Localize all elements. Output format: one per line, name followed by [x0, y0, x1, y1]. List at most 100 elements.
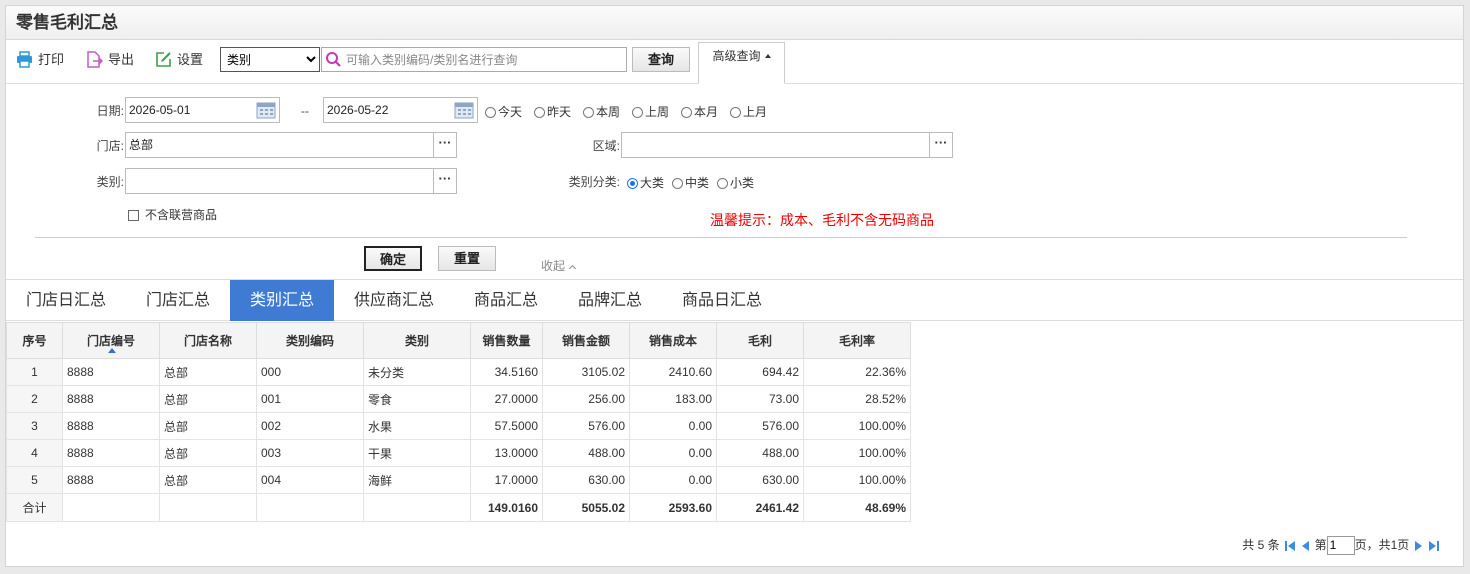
cell-gross-margin: 100.00%	[803, 439, 911, 467]
total-sales-cost: 2593.60	[629, 493, 717, 522]
region-field[interactable]: ···	[621, 132, 953, 158]
query-button[interactable]: 查询	[632, 47, 690, 72]
tab-product[interactable]: 商品汇总	[454, 280, 558, 321]
date-quick-today[interactable]: 今天	[485, 104, 522, 120]
table-row[interactable]: 3 8888 总部 002 水果 57.5000 576.00 0.00 576…	[6, 412, 911, 440]
column-header[interactable]: 毛利率	[803, 322, 911, 359]
cell-store-name: 总部	[159, 412, 257, 440]
date-quick-last-week[interactable]: 上周	[632, 104, 669, 120]
tab-category[interactable]: 类别汇总	[230, 280, 334, 321]
category-level-minor[interactable]: 小类	[717, 175, 754, 191]
exclude-joint-checkbox[interactable]: 不含联营商品	[128, 207, 217, 223]
table-row[interactable]: 5 8888 总部 004 海鲜 17.0000 630.00 0.00 630…	[6, 466, 911, 494]
store-value: 总部	[129, 138, 154, 152]
tab-supplier[interactable]: 供应商汇总	[334, 280, 454, 321]
total-label: 合计	[6, 493, 63, 522]
page-number-input[interactable]	[1326, 535, 1355, 555]
cell-index: 3	[6, 412, 63, 440]
tab-store[interactable]: 门店汇总	[126, 280, 230, 321]
ellipsis-icon[interactable]: ···	[929, 133, 952, 157]
cell-category-code: 001	[256, 385, 364, 413]
export-icon	[87, 51, 104, 68]
column-header[interactable]: 序号	[6, 322, 63, 359]
column-header[interactable]: 毛利	[716, 322, 804, 359]
cell-sales-qty: 13.0000	[470, 439, 543, 467]
radio-label: 大类	[640, 176, 665, 190]
cell-gross-profit: 488.00	[716, 439, 804, 467]
reset-button[interactable]: 重置	[438, 246, 496, 271]
summary-table: 序号 门店编号 门店名称 类别编码 类别 销售数量 销售金额 销售成本 毛利 毛…	[6, 322, 911, 522]
store-field[interactable]: 总部 ···	[125, 132, 457, 158]
collapse-label: 收起	[541, 259, 566, 273]
caret-up-icon	[764, 54, 771, 58]
column-header[interactable]: 类别编码	[256, 322, 364, 359]
print-label: 打印	[38, 52, 65, 67]
date-quick-yesterday[interactable]: 昨天	[534, 104, 571, 120]
cell-sales-amount: 3105.02	[542, 358, 630, 386]
advanced-search-toggle[interactable]: 高级查询	[698, 42, 785, 84]
column-header[interactable]: 门店名称	[159, 322, 257, 359]
print-button[interactable]: 打印	[16, 50, 64, 70]
column-header[interactable]: 类别	[363, 322, 471, 359]
cell-category: 零食	[363, 385, 471, 413]
last-page-icon[interactable]	[1428, 540, 1440, 552]
table-header-row: 序号 门店编号 门店名称 类别编码 类别 销售数量 销售金额 销售成本 毛利 毛…	[6, 322, 911, 359]
cell-store-name: 总部	[159, 439, 257, 467]
category-field[interactable]: ···	[125, 168, 457, 194]
column-header[interactable]: 销售成本	[629, 322, 717, 359]
prev-page-icon[interactable]	[1301, 540, 1310, 552]
calendar-icon[interactable]	[256, 101, 276, 119]
cell-sales-amount: 576.00	[542, 412, 630, 440]
cell-sales-qty: 17.0000	[470, 466, 543, 494]
category-level-major[interactable]: 大类	[627, 175, 664, 191]
settings-button[interactable]: 设置	[155, 50, 203, 70]
cell-sales-cost: 0.00	[629, 412, 717, 440]
next-page-icon[interactable]	[1414, 540, 1423, 552]
toolbar: 打印 导出 设置 类别 查询 高级查询	[6, 40, 1463, 84]
exclude-joint-label: 不含联营商品	[145, 208, 218, 222]
date-from-field[interactable]: 2026-05-01	[125, 97, 280, 123]
column-header[interactable]: 销售金额	[542, 322, 630, 359]
export-button[interactable]: 导出	[86, 50, 134, 70]
cell-store-code: 8888	[62, 412, 160, 440]
first-page-icon[interactable]	[1284, 540, 1296, 552]
cell-sales-amount: 256.00	[542, 385, 630, 413]
tab-product-daily[interactable]: 商品日汇总	[662, 280, 782, 321]
cell-store-name: 总部	[159, 385, 257, 413]
ellipsis-icon[interactable]: ···	[433, 169, 456, 193]
tab-brand[interactable]: 品牌汇总	[558, 280, 662, 321]
category-level-middle[interactable]: 中类	[672, 175, 709, 191]
table-row[interactable]: 4 8888 总部 003 干果 13.0000 488.00 0.00 488…	[6, 439, 911, 467]
collapse-toggle[interactable]: 收起	[541, 257, 577, 274]
date-from-value: 2026-05-01	[129, 103, 191, 117]
date-quick-this-week[interactable]: 本周	[583, 104, 620, 120]
tab-store-daily[interactable]: 门店日汇总	[6, 280, 126, 321]
cell-category: 未分类	[363, 358, 471, 386]
calendar-icon[interactable]	[454, 101, 474, 119]
date-separator: --	[301, 104, 309, 118]
export-label: 导出	[108, 52, 135, 67]
ellipsis-icon[interactable]: ···	[433, 133, 456, 157]
cell-sales-qty: 57.5000	[470, 412, 543, 440]
cell-gross-margin: 22.36%	[803, 358, 911, 386]
pager-page-prefix: 第	[1314, 538, 1327, 552]
cell-sales-amount: 488.00	[542, 439, 630, 467]
date-to-value: 2026-05-22	[327, 103, 389, 117]
date-to-field[interactable]: 2026-05-22	[323, 97, 478, 123]
column-header[interactable]: 门店编号	[62, 322, 160, 359]
confirm-button[interactable]: 确定	[364, 246, 422, 271]
cell-gross-profit: 630.00	[716, 466, 804, 494]
cell-store-name: 总部	[159, 466, 257, 494]
cell-store-code: 8888	[62, 466, 160, 494]
search-input[interactable]	[344, 49, 624, 70]
date-quick-last-month[interactable]: 上月	[730, 104, 767, 120]
category-label: 类别:	[96, 175, 124, 189]
radio-label: 上周	[645, 105, 670, 119]
table-row[interactable]: 2 8888 总部 001 零食 27.0000 256.00 183.00 7…	[6, 385, 911, 413]
cell-store-code: 8888	[62, 439, 160, 467]
search-type-select[interactable]: 类别	[220, 47, 320, 72]
table-row[interactable]: 1 8888 总部 000 未分类 34.5160 3105.02 2410.6…	[6, 358, 911, 386]
column-header[interactable]: 销售数量	[470, 322, 543, 359]
total-empty	[159, 493, 257, 522]
date-quick-this-month[interactable]: 本月	[681, 104, 718, 120]
